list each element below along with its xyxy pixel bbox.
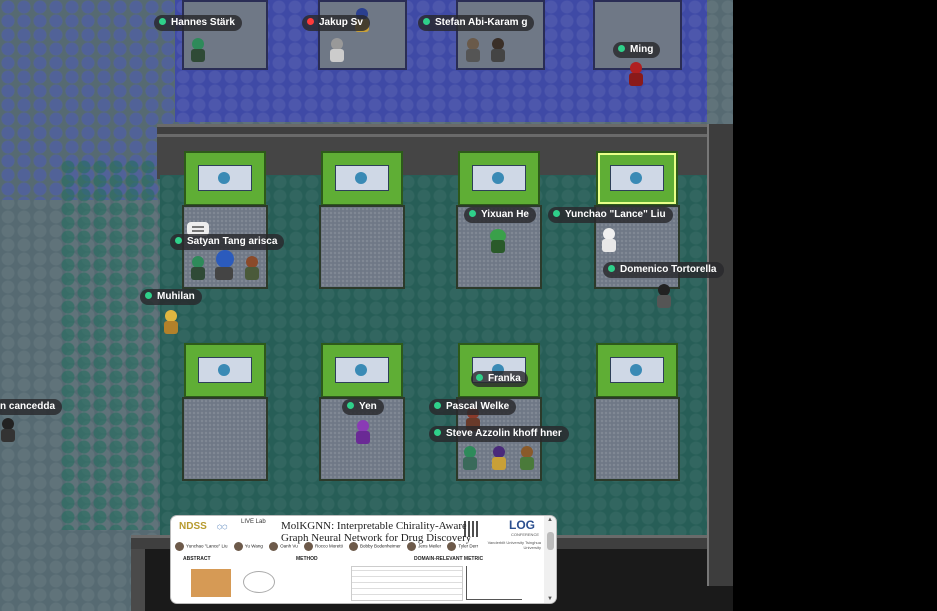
author: Rocco Moretti	[304, 542, 343, 551]
live-lab-logo: LIVE Lab	[241, 519, 266, 525]
section-metric: DOMAIN-RELEVANT METRIC	[414, 556, 484, 562]
qr-code-icon	[464, 521, 480, 537]
player-tag-cancedda[interactable]: n cancedda	[0, 399, 63, 415]
university-label: Vanderbilt University Tsinghua Universit…	[487, 540, 541, 550]
author: Tyler Derr	[447, 542, 478, 551]
avatar-ming[interactable]	[628, 62, 644, 88]
booth-2	[319, 205, 405, 289]
status-available-icon	[434, 429, 441, 436]
player-tag-hannes[interactable]: Hannes Stärk	[154, 15, 242, 31]
avatar-pascal[interactable]	[462, 446, 478, 472]
status-busy-icon	[307, 18, 314, 25]
section-abstract: ABSTRACT	[183, 556, 211, 562]
player-name: Pascal Welke	[446, 401, 510, 412]
player-tag-satyan[interactable]: Satyan Tang arisca	[170, 234, 285, 250]
poster-screen-4-highlighted[interactable]	[596, 151, 678, 206]
poster-screen-8[interactable]	[596, 343, 678, 398]
avatar-cancedda[interactable]	[0, 418, 16, 444]
avatar-steve[interactable]	[491, 446, 507, 472]
scroll-down-icon[interactable]: ▼	[547, 596, 553, 602]
author: Bobby Bodenheimer	[349, 542, 401, 551]
player-name: Stefan Abi-Karam g	[435, 17, 528, 28]
player-tag-yen[interactable]: Yen	[342, 399, 384, 415]
poster-screen-6[interactable]	[321, 343, 403, 398]
player-tag-ming[interactable]: Ming	[613, 42, 661, 58]
status-available-icon	[159, 18, 166, 25]
avatar-satyan-1[interactable]	[190, 256, 206, 282]
author-list: Yunchao "Lance" Liu Yu Wang Oanh Vu Rocc…	[175, 542, 485, 552]
player-tag-franka[interactable]: Franka	[471, 371, 528, 387]
player-name: Franka	[488, 373, 521, 384]
player-name: Jakup Sv	[319, 17, 363, 28]
poster-title: MolKGNN: Interpretable Chirality-Aware	[281, 520, 467, 532]
player-tag-jakup[interactable]: Jakup Sv	[302, 15, 370, 31]
abstract-image	[191, 569, 231, 597]
avatar-domenico[interactable]	[656, 284, 672, 310]
avatar-hannes[interactable]	[190, 38, 206, 64]
player-tag-yixuan[interactable]: Yixuan He	[464, 207, 536, 223]
player-name: Yen	[359, 401, 377, 412]
avatar-yixuan[interactable]	[490, 229, 506, 255]
player-tag-pascal[interactable]: Pascal Welke	[429, 399, 517, 415]
avatar-satyan-2[interactable]	[214, 250, 236, 280]
status-available-icon	[618, 45, 625, 52]
player-name: Domenico Tortorella	[620, 264, 717, 275]
avatar-satyan-3[interactable]	[244, 256, 260, 282]
player-tag-stefan[interactable]: Stefan Abi-Karam g	[418, 15, 535, 31]
status-available-icon	[347, 402, 354, 409]
ndss-logo: NDSS	[179, 521, 207, 532]
metric-plot	[466, 566, 522, 600]
log-logo: LOG	[509, 518, 535, 532]
status-available-icon	[423, 18, 430, 25]
player-tag-yunchao[interactable]: Yunchao "Lance" Liu	[548, 207, 673, 223]
booth-blue-4	[593, 0, 682, 70]
poster-preview[interactable]: NDSS ⬡⬡ LIVE Lab MolKGNN: Interpretable …	[171, 516, 556, 603]
player-tag-steve[interactable]: Steve Azzolin khoff hner	[429, 426, 569, 442]
player-name: n cancedda	[0, 401, 56, 412]
method-diagram	[351, 566, 463, 601]
preview-scrollbar[interactable]: ▲ ▼	[544, 516, 556, 603]
author: Yu Wang	[233, 542, 263, 551]
status-available-icon	[476, 374, 483, 381]
status-available-icon	[553, 210, 560, 217]
author: Yunchao "Lance" Liu	[175, 542, 227, 551]
status-available-icon	[175, 237, 182, 244]
poster-screen-1[interactable]	[184, 151, 266, 206]
author: Jens Meiler	[407, 542, 441, 551]
molecule-diagram	[243, 571, 275, 593]
player-tag-muhilan[interactable]: Muhilan	[140, 289, 202, 305]
out-of-bounds	[733, 0, 937, 611]
author: Oanh Vu	[269, 542, 298, 551]
lab-logo-icon: ⬡⬡	[217, 525, 228, 531]
poster-screen-2[interactable]	[321, 151, 403, 206]
avatar-franka[interactable]	[519, 446, 535, 472]
poster-screen-5[interactable]	[184, 343, 266, 398]
player-name: Yunchao "Lance" Liu	[565, 209, 666, 220]
section-method: METHOD	[296, 556, 318, 562]
poster-screen-3[interactable]	[458, 151, 540, 206]
avatar-jakup[interactable]	[329, 38, 345, 64]
booth-5	[182, 397, 268, 481]
avatar-yunchao[interactable]	[601, 228, 617, 254]
status-available-icon	[469, 210, 476, 217]
status-available-icon	[145, 292, 152, 299]
player-tag-domenico[interactable]: Domenico Tortorella	[603, 262, 724, 278]
avatar-stefan[interactable]	[465, 38, 481, 64]
avatar-muhilan[interactable]	[163, 310, 179, 336]
status-available-icon	[608, 265, 615, 272]
player-name: Hannes Stärk	[171, 17, 235, 28]
player-name: Steve Azzolin khoff hner	[446, 428, 562, 439]
status-available-icon	[434, 402, 441, 409]
scrollbar-thumb[interactable]	[547, 532, 554, 550]
player-name: Ming	[630, 44, 654, 55]
wall-right	[707, 124, 735, 586]
player-name: Satyan Tang arisca	[187, 236, 278, 247]
avatar-stefan-2[interactable]	[490, 38, 506, 64]
avatar-yen[interactable]	[355, 420, 371, 446]
player-name: Muhilan	[157, 291, 195, 302]
conference-label: CONFERENCE	[511, 532, 540, 537]
scroll-up-icon[interactable]: ▲	[547, 517, 553, 523]
player-name: Yixuan He	[481, 209, 529, 220]
booth-8	[594, 397, 680, 481]
